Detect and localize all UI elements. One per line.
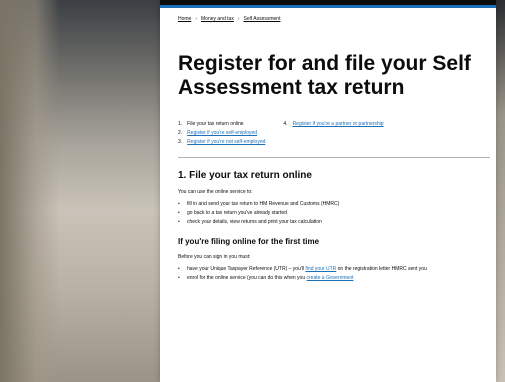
contents-column-2: 4. Register if you're a partner or partn… <box>283 120 393 147</box>
contents-item[interactable]: 4. Register if you're a partner or partn… <box>283 120 393 129</box>
document-page: Home › Money and tax › Self Assessment R… <box>160 0 496 382</box>
contents-list: 1. File your tax return online 2. Regist… <box>178 120 490 147</box>
list-item: • fill in and send your tax return to HM … <box>178 201 340 207</box>
contents-column-1: 1. File your tax return online 2. Regist… <box>178 120 265 147</box>
contents-link-partner[interactable]: Register if you're a partner or partners… <box>293 120 384 129</box>
background-photo-left <box>0 0 175 382</box>
list-item: • go back to a tax return you've already … <box>178 210 287 216</box>
breadcrumb-home[interactable]: Home <box>178 16 191 22</box>
subsection-heading: If you're filing online for the first ti… <box>178 237 320 246</box>
breadcrumb-separator: › <box>237 16 240 22</box>
section-heading: 1. File your tax return online <box>178 170 312 181</box>
main-content: Home › Money and tax › Self Assessment R… <box>178 14 490 283</box>
create-government-gateway-link[interactable]: create a Government <box>307 275 354 281</box>
contents-link-self-employed[interactable]: Register if you're self-employed <box>187 129 257 138</box>
section-divider <box>178 157 490 158</box>
section-intro: You can use the online service to: <box>178 189 253 195</box>
contents-item: 1. File your tax return online <box>178 121 244 127</box>
contents-link-not-self-employed[interactable]: Register if you're not self-employed <box>187 138 265 147</box>
subsection-intro: Before you can sign in you must: <box>178 254 251 260</box>
service-bullets: • fill in and send your tax return to HM … <box>178 200 490 227</box>
find-utr-link[interactable]: find your UTR <box>305 266 336 272</box>
list-item: • have your Unique Taxpayer Reference (U… <box>178 266 427 272</box>
contents-item[interactable]: 2. Register if you're self-employed <box>178 129 265 138</box>
breadcrumb-money-and-tax[interactable]: Money and tax <box>201 16 234 22</box>
contents-item-current: File your tax return online <box>187 121 244 127</box>
requirement-bullets: • have your Unique Taxpayer Reference (U… <box>178 265 490 283</box>
page-title: Register for and file your Self Assessme… <box>178 52 471 99</box>
list-item: • enrol for the online service (you can … <box>178 275 354 281</box>
header-accent-line <box>160 5 496 8</box>
list-item: • check your details, view returns and pr… <box>178 219 322 225</box>
breadcrumb: Home › Money and tax › Self Assessment <box>178 14 490 24</box>
breadcrumb-self-assessment[interactable]: Self Assessment <box>244 16 281 22</box>
contents-item[interactable]: 3. Register if you're not self-employed <box>178 138 265 147</box>
breadcrumb-separator: › <box>195 16 198 22</box>
